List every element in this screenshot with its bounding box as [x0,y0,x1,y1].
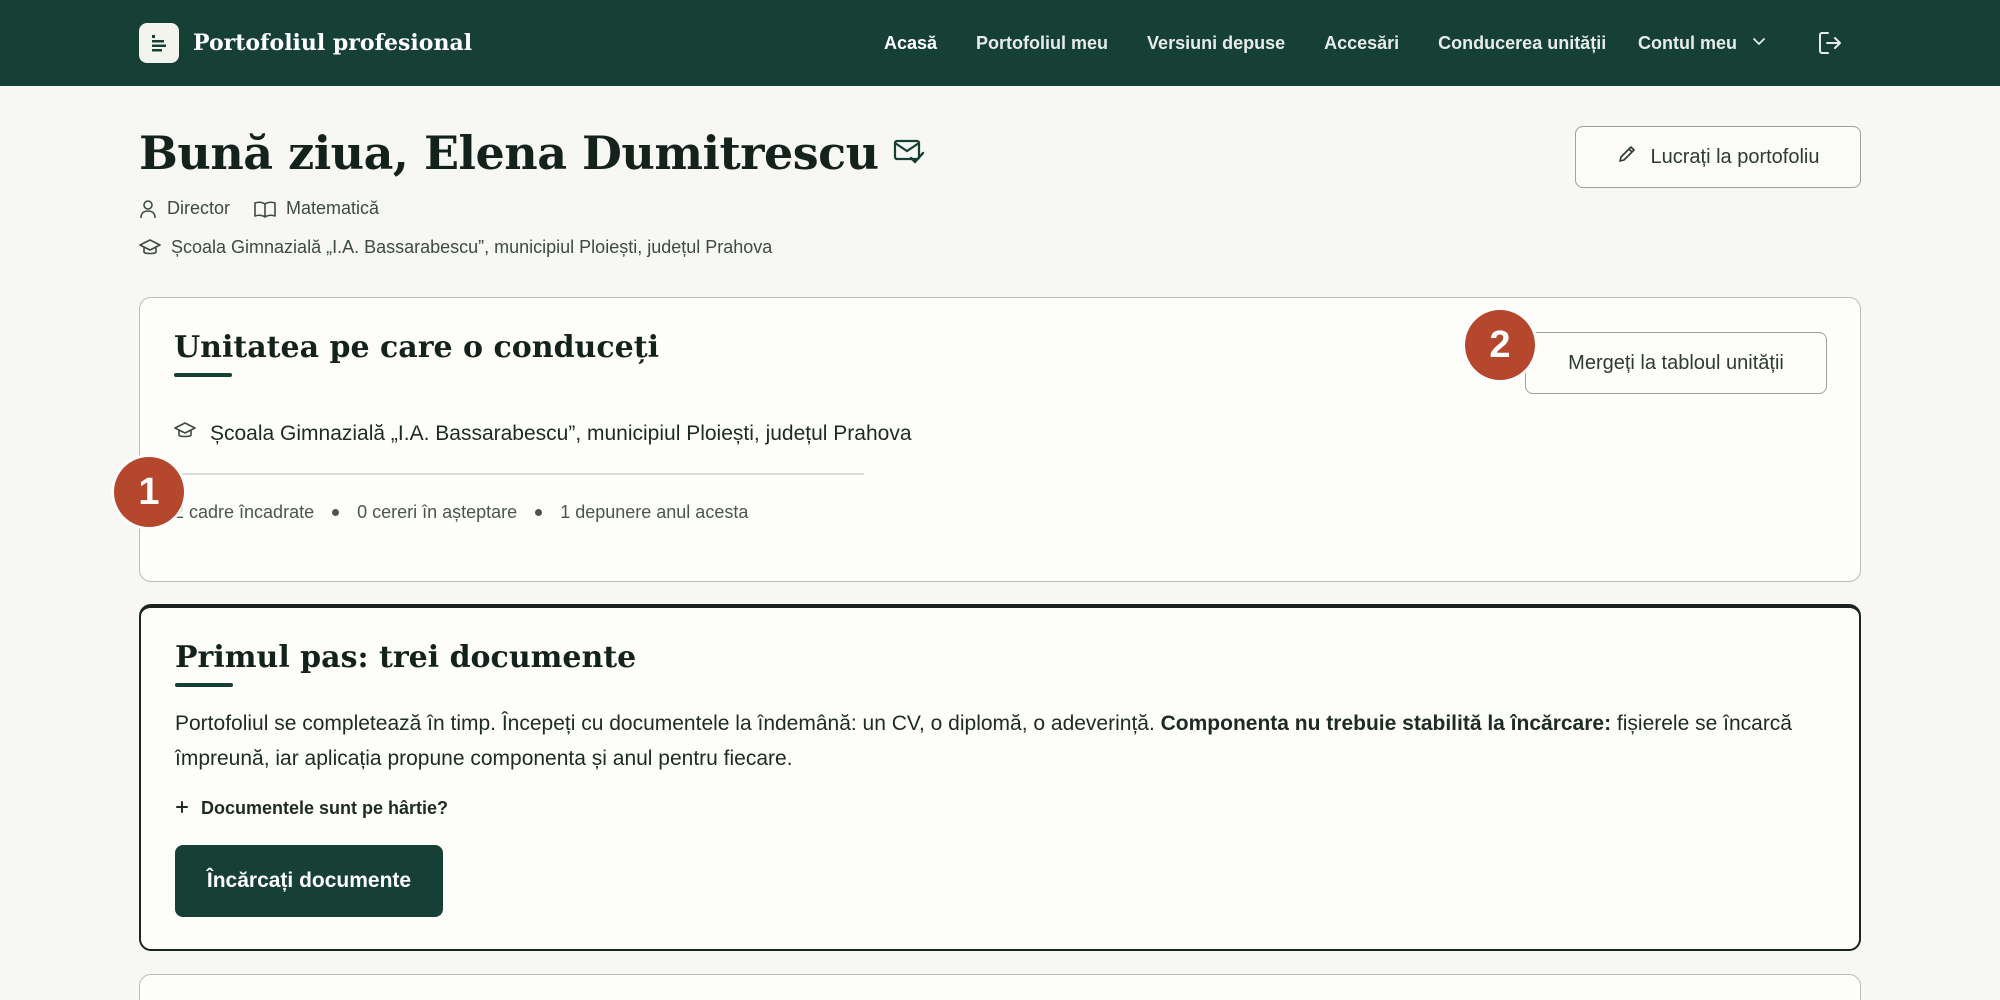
unit-school: Școala Gimnazială „I.A. Bassarabescu”, m… [174,422,912,446]
work-button-label: Lucrați la portofoliu [1650,145,1820,168]
separator-dot [332,509,340,516]
unit-stats: 2 cadre încadrate 0 cereri în așteptare … [174,502,748,523]
title-underline [174,373,232,377]
submissions-this-year: 1 depunere anul acesta [560,502,749,522]
subject-label: Matematică [286,198,380,218]
title-underline [175,683,233,687]
brand[interactable]: Portofoliul profesional [139,23,472,63]
page-title-row: Bună ziua, Elena Dumitrescu [139,126,925,180]
staff-count: 2 cadre încadrate [174,502,315,522]
pencil-icon [1617,144,1637,170]
mail-check-icon [893,137,925,170]
description-text: Portofoliul se completează în timp. Înce… [175,712,1161,735]
plus-icon [175,798,189,819]
book-icon [254,200,276,218]
graduation-cap-icon [174,422,196,446]
nav-link-unit-management[interactable]: Conducerea unității [1438,33,1606,54]
brand-name: Portofoliul profesional [193,30,473,56]
top-navigation: Portofoliul profesional Acasă Portofoliu… [0,0,2000,86]
nav-link-my-portfolio[interactable]: Portofoliul meu [976,33,1108,54]
user-icon [139,199,157,219]
account-label: Contul meu [1638,32,1737,53]
first-step-description: Portofoliul se completează în timp. Înce… [175,706,1835,776]
nav-link-submitted-versions[interactable]: Versiuni depuse [1147,33,1285,54]
pending-requests: 0 cereri în așteptare [357,502,518,522]
nav-link-accesses[interactable]: Accesări [1324,33,1399,54]
upload-documents-button[interactable]: Încărcați documente [175,845,443,917]
profile-meta: Director Matematică [139,198,379,219]
unit-school-label: Școala Gimnazială „I.A. Bassarabescu”, m… [210,422,912,445]
chevron-down-icon [1751,33,1767,54]
portfolio-logo-icon [139,23,179,63]
work-on-portfolio-button[interactable]: Lucrați la portofoliu [1575,126,1861,188]
divider [174,473,864,475]
school-meta: Școala Gimnazială „I.A. Bassarabescu”, m… [139,237,772,258]
separator-dot [535,509,543,516]
marker-2: 2 [1465,310,1535,380]
first-step-card: Primul pas: trei documente Portofoliul s… [139,604,1861,951]
nav-links: Acasă Portofoliul meu Versiuni depuse Ac… [884,0,1645,86]
page-title: Bună ziua, Elena Dumitrescu [139,126,879,180]
logout-icon[interactable] [1816,29,1844,57]
first-step-title: Primul pas: trei documente [175,640,637,675]
marker-1: 1 [114,457,184,527]
paper-documents-toggle[interactable]: Documentele sunt pe hârtie? [175,798,448,819]
unit-card-title: Unitatea pe care o conduceți [174,330,659,365]
next-card [139,974,1861,1000]
role-label: Director [167,198,231,218]
description-bold: Componenta nu trebuie stabilită la încăr… [1160,712,1612,735]
nav-link-home[interactable]: Acasă [884,33,937,54]
unit-card: Unitatea pe care o conduceți Școala Gimn… [139,297,1861,582]
school-label: Școala Gimnazială „I.A. Bassarabescu”, m… [171,237,773,257]
go-to-unit-dashboard-button[interactable]: Mergeți la tabloul unității [1525,332,1827,394]
paper-documents-label: Documentele sunt pe hârtie? [201,798,449,818]
account-menu[interactable]: Contul meu [1638,0,1767,86]
graduation-cap-icon [139,238,161,257]
